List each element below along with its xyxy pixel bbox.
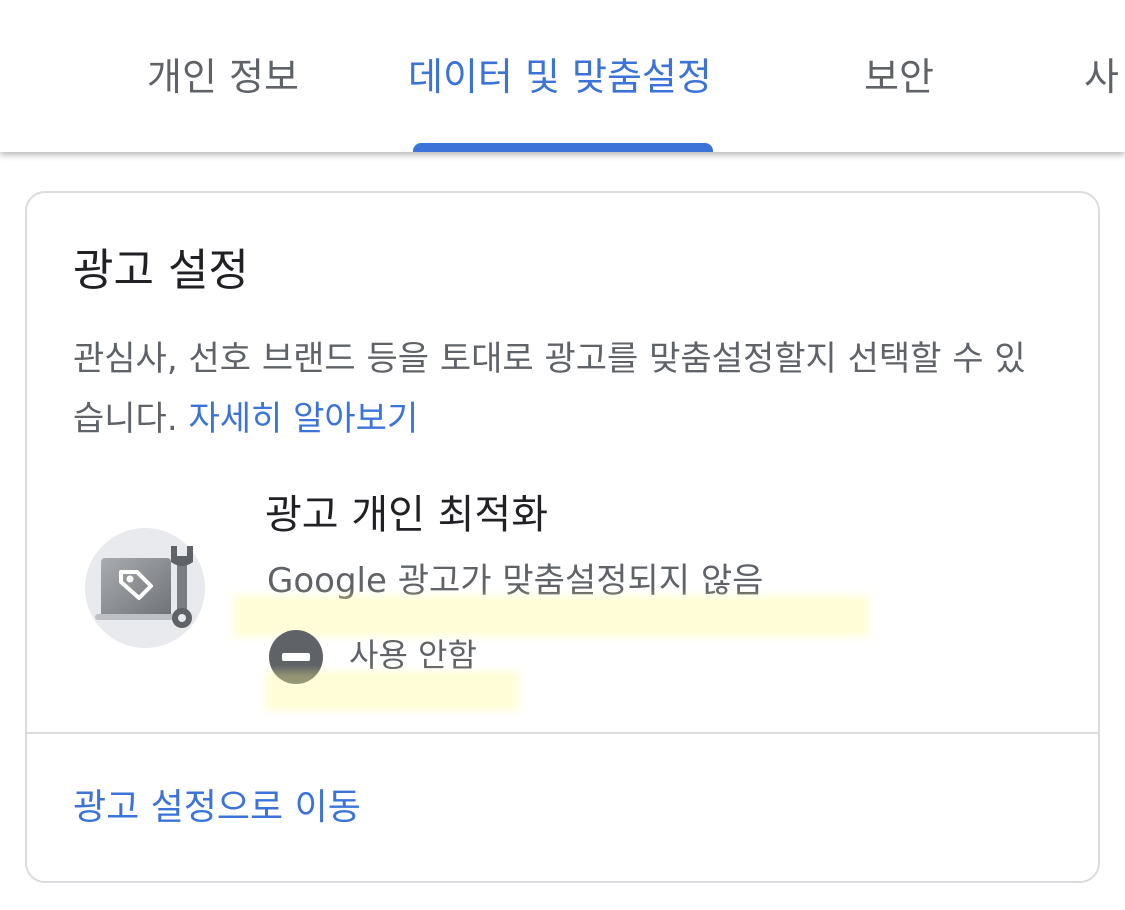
active-tab-indicator xyxy=(413,143,713,152)
ad-tag-wrench-icon xyxy=(85,528,205,648)
tab-personal-info[interactable]: 개인 정보 xyxy=(147,54,299,100)
ad-personalization-title: 광고 개인 최적화 xyxy=(265,492,549,538)
card-divider xyxy=(27,732,1098,734)
go-to-ad-settings-link[interactable]: 광고 설정으로 이동 xyxy=(73,785,361,831)
tab-security[interactable]: 보안 xyxy=(864,54,934,100)
card-title: 광고 설정 xyxy=(73,245,249,296)
tab-bar: 개인 정보 데이터 및 맞춤설정 보안 사 xyxy=(0,0,1125,152)
highlight-mark xyxy=(233,595,869,637)
card-description: 관심사, 선호 브랜드 등을 토대로 광고를 맞춤설정할지 선택할 수 있습니다… xyxy=(73,329,1033,449)
tab-people-sharing[interactable]: 사 xyxy=(1084,54,1119,100)
learn-more-link[interactable]: 자세히 알아보기 xyxy=(188,399,418,439)
ad-settings-card: 광고 설정 관심사, 선호 브랜드 등을 토대로 광고를 맞춤설정할지 선택할 … xyxy=(25,191,1100,883)
tab-data-personalization[interactable]: 데이터 및 맞춤설정 xyxy=(408,54,712,100)
highlight-mark xyxy=(265,671,519,711)
